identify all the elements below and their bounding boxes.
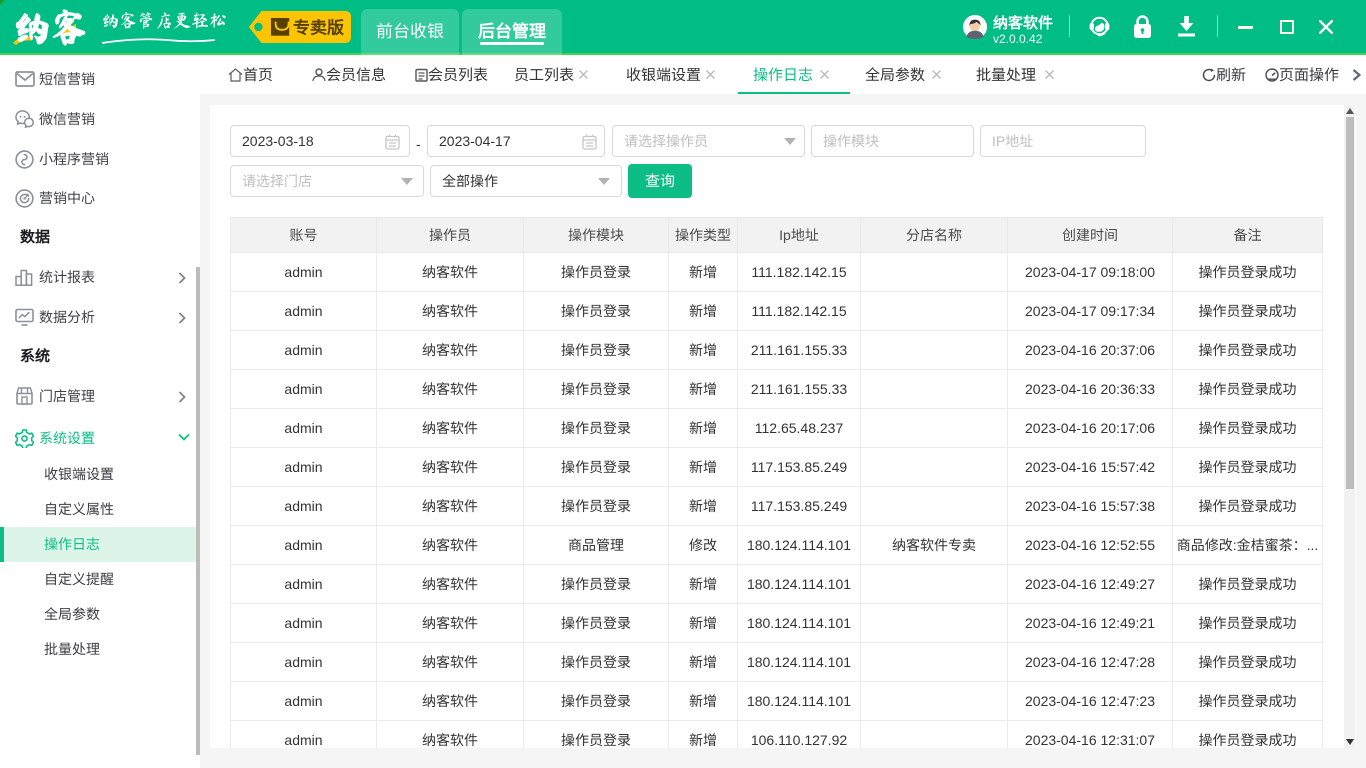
svg-text:专卖版: 专卖版 — [293, 13, 344, 38]
